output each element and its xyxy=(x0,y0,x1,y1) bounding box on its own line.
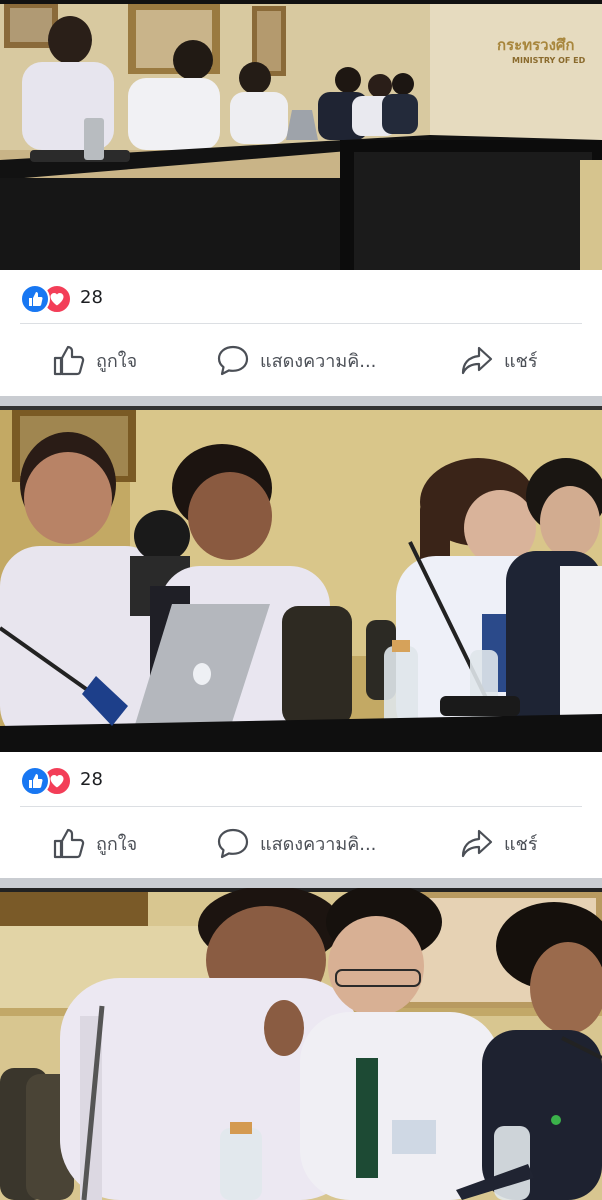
post-photo-3[interactable] xyxy=(0,888,602,1200)
actions-bar-1: ถูกใจ แสดงความคิ... แชร์ xyxy=(0,326,602,394)
like-reaction-icon xyxy=(20,766,50,796)
comment-button[interactable]: แสดงความคิ... xyxy=(216,809,376,877)
share-button[interactable]: แชร์ xyxy=(460,809,538,877)
comment-icon xyxy=(217,345,249,376)
comment-icon xyxy=(217,828,249,859)
comment-label: แสดงความคิ... xyxy=(260,833,377,855)
post-photo-1[interactable]: กระทรวงศึก MINISTRY OF ED xyxy=(0,0,602,270)
thumbs-up-icon xyxy=(53,828,85,859)
like-button[interactable]: ถูกใจ xyxy=(52,809,137,877)
share-button[interactable]: แชร์ xyxy=(460,326,538,394)
post-separator xyxy=(0,396,602,406)
reactions-bar-2[interactable]: 28 xyxy=(0,752,602,808)
comment-label: แสดงความคิ... xyxy=(260,350,377,372)
reaction-count[interactable]: 28 xyxy=(80,769,103,791)
wall-sign-english: MINISTRY OF ED xyxy=(512,56,586,65)
like-label: ถูกใจ xyxy=(96,350,138,372)
like-reaction-icon xyxy=(20,284,50,314)
meeting-room-photo-3 xyxy=(0,888,602,1200)
meeting-room-photo-2 xyxy=(0,406,602,752)
comment-button[interactable]: แสดงความคิ... xyxy=(216,326,376,394)
reaction-icons[interactable] xyxy=(20,766,76,796)
feed: กระทรวงศึก MINISTRY OF ED 28 ถูกใจ แสดงค… xyxy=(0,0,602,1200)
like-label: ถูกใจ xyxy=(96,833,138,855)
reactions-bar-1[interactable]: 28 xyxy=(0,270,602,326)
thumbs-up-icon xyxy=(53,345,85,376)
actions-bar-2: ถูกใจ แสดงความคิ... แชร์ xyxy=(0,809,602,877)
post-separator xyxy=(0,878,602,888)
meeting-room-photo-1: กระทรวงศึก MINISTRY OF ED xyxy=(0,0,602,270)
divider xyxy=(20,323,582,324)
reaction-count[interactable]: 28 xyxy=(80,287,103,309)
like-button[interactable]: ถูกใจ xyxy=(52,326,137,394)
share-icon xyxy=(461,346,493,375)
divider xyxy=(20,806,582,807)
reaction-icons[interactable] xyxy=(20,284,76,314)
wall-sign-thai: กระทรวงศึก xyxy=(497,36,575,54)
post-photo-2[interactable] xyxy=(0,406,602,752)
share-label: แชร์ xyxy=(504,350,538,372)
share-icon xyxy=(461,829,493,858)
share-label: แชร์ xyxy=(504,833,538,855)
